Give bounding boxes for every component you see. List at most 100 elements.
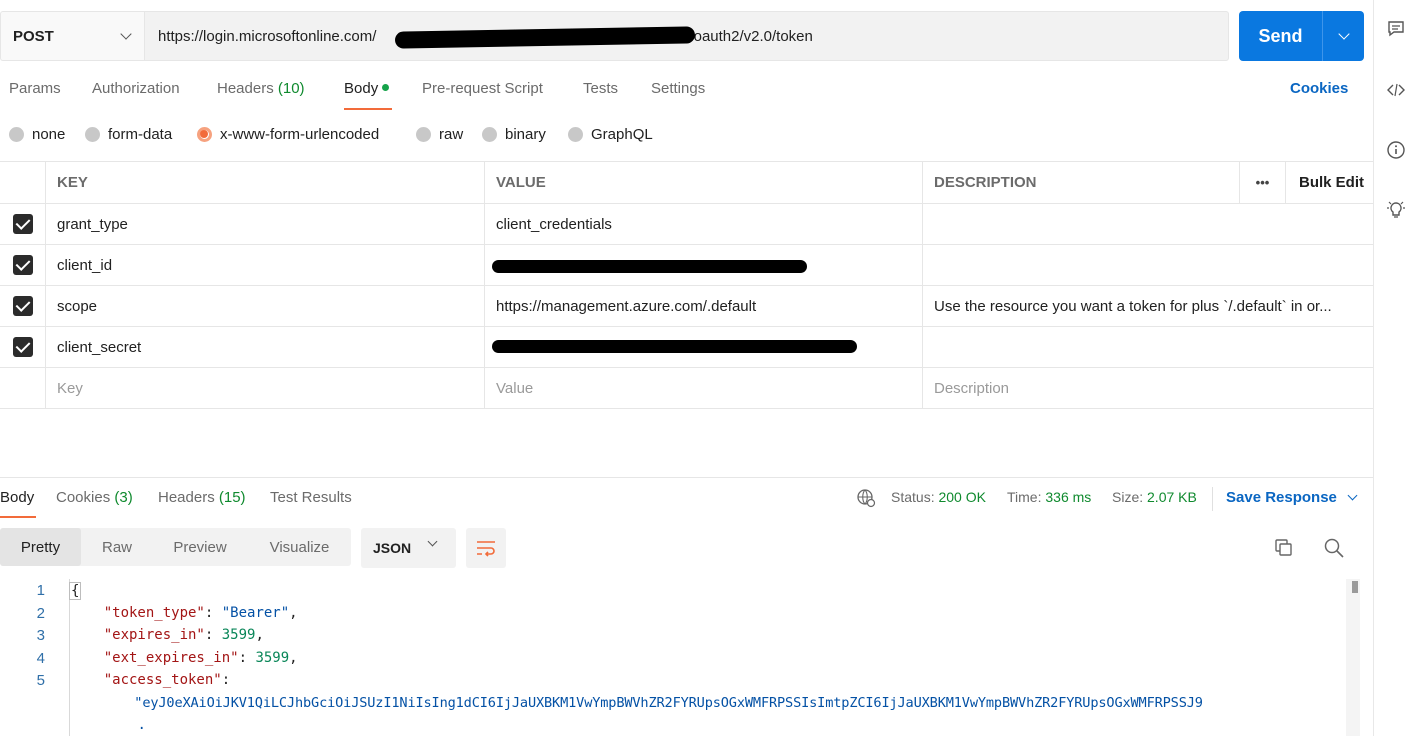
chevron-down-icon (120, 28, 132, 40)
tab-body[interactable]: Body (344, 80, 390, 97)
more-options-icon[interactable]: ••• (1239, 162, 1285, 203)
view-preview[interactable]: Preview (160, 528, 240, 566)
format-label: JSON (373, 540, 412, 556)
json-number: 3599 (221, 627, 256, 643)
radio-label: raw (439, 126, 464, 143)
response-tab-headers-label: Headers (158, 489, 215, 506)
response-tab-body[interactable]: Body (0, 489, 34, 506)
time-readout[interactable]: Time: 336 ms (1007, 489, 1091, 505)
send-button[interactable]: Send (1239, 11, 1323, 61)
radio-label: x-www-form-urlencoded (220, 126, 380, 143)
param-description[interactable] (922, 245, 1373, 285)
param-value[interactable]: https://management.azure.com/.default (484, 286, 922, 326)
param-description[interactable] (922, 327, 1373, 367)
row-checkbox-cell (0, 368, 45, 408)
response-view-toggle: Pretty Raw Preview Visualize (0, 528, 351, 566)
param-value[interactable] (484, 245, 922, 285)
wrap-lines-icon (477, 541, 495, 557)
vertical-scrollbar[interactable] (1346, 579, 1360, 736)
globe-network-icon[interactable] (856, 488, 876, 508)
line-number: 3 (36, 627, 45, 644)
radio-label: none (32, 126, 66, 143)
tab-params[interactable]: Params (9, 80, 61, 97)
param-key[interactable]: client_id (45, 245, 484, 285)
row-checkbox-cell (0, 327, 45, 367)
radio-circle-selected (197, 127, 212, 142)
radio-none[interactable]: none (9, 126, 65, 143)
response-tab-cookies[interactable]: Cookies (3) (56, 489, 133, 506)
send-button-group: Send (1239, 11, 1364, 61)
redaction-mark (492, 260, 807, 273)
row-checkbox-cell (0, 204, 45, 244)
table-row: client_secret (0, 327, 1373, 368)
method-select[interactable]: POST (0, 11, 144, 61)
tab-tests[interactable]: Tests (583, 80, 618, 97)
send-options-button[interactable] (1323, 11, 1364, 61)
redaction-mark (394, 26, 696, 49)
status-readout[interactable]: Status: 200 OK (891, 489, 986, 505)
radio-form-data[interactable]: form-data (85, 126, 172, 143)
response-divider[interactable] (0, 477, 1373, 478)
time-value: 336 ms (1045, 489, 1092, 505)
param-value[interactable]: client_credentials (484, 204, 922, 244)
tab-pre-request-script[interactable]: Pre-request Script (422, 80, 543, 97)
param-key[interactable]: scope (45, 286, 484, 326)
cookies-link[interactable]: Cookies (1290, 80, 1348, 97)
lightbulb-icon[interactable] (1386, 200, 1406, 220)
row-checkbox[interactable] (12, 255, 33, 275)
response-tab-headers[interactable]: Headers (15) (158, 489, 246, 506)
tab-authorization[interactable]: Authorization (92, 80, 180, 97)
response-tab-test-results[interactable]: Test Results (270, 489, 352, 506)
view-pretty[interactable]: Pretty (0, 528, 81, 566)
radio-label: form-data (108, 126, 173, 143)
tab-settings[interactable]: Settings (651, 80, 705, 97)
param-key[interactable]: client_secret (45, 327, 484, 367)
bulk-edit-button[interactable]: Bulk Edit (1285, 162, 1373, 203)
radio-label: binary (505, 126, 546, 143)
new-value-input[interactable]: Value (484, 368, 922, 408)
row-checkbox[interactable] (12, 214, 33, 234)
column-header-value: VALUE (484, 162, 922, 203)
line-number: 1 (36, 582, 45, 599)
radio-x-www-form-urlencoded[interactable]: x-www-form-urlencoded (197, 126, 379, 143)
url-input[interactable]: https://login.microsoftonline.com/ /oaut… (144, 11, 1229, 61)
param-description[interactable]: Use the resource you want a token for pl… (922, 286, 1373, 326)
size-value: 2.07 KB (1147, 489, 1197, 505)
search-icon[interactable] (1323, 537, 1345, 559)
tab-headers-count: (10) (277, 80, 305, 97)
save-response-label: Save Response (1226, 489, 1337, 506)
param-description[interactable] (922, 204, 1373, 244)
body-modified-dot (382, 84, 390, 92)
tab-headers[interactable]: Headers (10) (217, 80, 305, 97)
radio-binary[interactable]: binary (482, 126, 546, 143)
new-key-input[interactable]: Key (45, 368, 484, 408)
radio-circle (568, 127, 583, 142)
info-icon[interactable] (1386, 140, 1406, 160)
copy-icon[interactable] (1273, 537, 1295, 559)
radio-graphql[interactable]: GraphQL (568, 126, 653, 143)
row-checkbox-cell (0, 245, 45, 285)
param-key[interactable]: grant_type (45, 204, 484, 244)
comment-icon[interactable] (1386, 19, 1406, 39)
scrollbar-thumb[interactable] (1352, 581, 1358, 593)
view-visualize[interactable]: Visualize (257, 528, 342, 566)
format-select[interactable]: JSON (361, 528, 456, 568)
size-readout[interactable]: Size: 2.07 KB (1112, 489, 1197, 505)
wrap-lines-button[interactable] (466, 528, 506, 568)
radio-circle (482, 127, 497, 142)
header-check-cell (0, 162, 45, 203)
response-tab-headers-count: (15) (218, 489, 246, 506)
save-response-button[interactable]: Save Response (1226, 489, 1358, 506)
radio-circle (416, 127, 431, 142)
json-key: "token_type" (103, 605, 205, 621)
radio-raw[interactable]: raw (416, 126, 463, 143)
new-description-input[interactable]: Description (922, 368, 1373, 408)
row-checkbox[interactable] (12, 296, 33, 316)
response-body-code[interactable]: 1 2 3 4 5 { "token_type": "Bearer", "exp… (0, 579, 1373, 736)
view-raw[interactable]: Raw (86, 528, 148, 566)
code-icon[interactable] (1386, 80, 1406, 100)
json-string: "eyJ0eXAiOiJKV1QiLCJhbGciOiJSUzI1NiIsIng… (134, 695, 1203, 711)
param-value[interactable] (484, 327, 922, 367)
url-suffix: /oauth2/v2.0/token (689, 27, 813, 45)
row-checkbox[interactable] (12, 337, 33, 357)
